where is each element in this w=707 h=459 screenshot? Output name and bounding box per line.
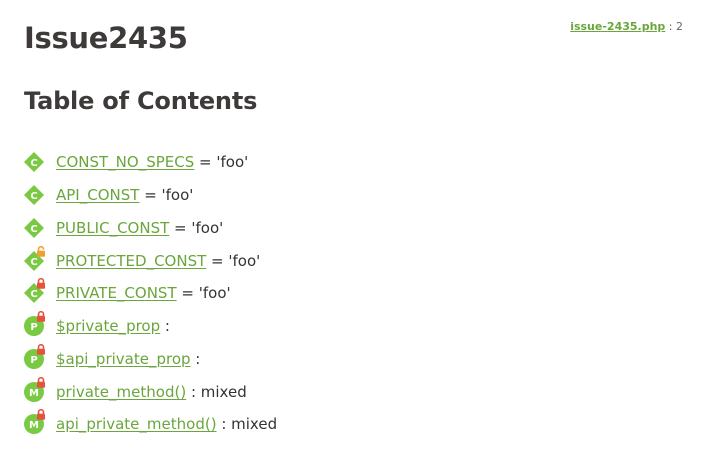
- constant-badge-icon: C: [24, 217, 44, 238]
- toc-link-constant[interactable]: PROTECTED_CONST: [56, 252, 206, 270]
- method-badge-icon: M: [24, 409, 45, 435]
- lock-icon: [36, 376, 46, 388]
- toc-item: Mprivate_method() : mixed: [24, 375, 277, 408]
- toc-separator: =: [206, 251, 229, 270]
- toc-list: C CONST_NO_SPECS = 'foo' C API_CONST = 'foo…: [24, 146, 277, 441]
- badge-letter: P: [30, 322, 37, 333]
- toc-link-property[interactable]: $api_private_prop: [56, 350, 191, 368]
- toc-separator: :: [186, 382, 201, 401]
- toc-separator: =: [139, 186, 162, 205]
- toc-value: 'foo': [228, 251, 261, 270]
- constant-badge-icon: C: [24, 185, 44, 206]
- toc-link-constant[interactable]: API_CONST: [56, 186, 139, 204]
- toc-separator: =: [176, 284, 199, 303]
- toc-type: mixed: [200, 382, 247, 401]
- toc-value: 'foo': [191, 218, 224, 237]
- toc-separator: =: [169, 218, 192, 237]
- toc-separator: :: [160, 317, 175, 336]
- toc-link-constant[interactable]: CONST_NO_SPECS: [56, 153, 194, 171]
- badge-letter: C: [30, 191, 37, 202]
- lock-icon: [36, 343, 46, 355]
- toc-heading: Table of Contents: [24, 87, 258, 115]
- unlock-icon: [36, 245, 46, 257]
- badge-letter: C: [30, 158, 37, 169]
- toc-link-method[interactable]: private_method(): [56, 383, 186, 401]
- lock-icon: [36, 278, 46, 290]
- toc-item: P $api_private_prop :: [24, 343, 277, 376]
- toc-value: 'foo': [198, 284, 231, 303]
- toc-link-constant[interactable]: PUBLIC_CONST: [56, 219, 169, 237]
- badge-letter: M: [29, 388, 39, 399]
- property-badge-icon: P: [24, 311, 45, 337]
- toc-separator: :: [190, 349, 206, 368]
- badge-letter: C: [30, 289, 37, 300]
- badge-letter: C: [30, 224, 37, 235]
- toc-item: C API_CONST = 'foo': [24, 179, 277, 212]
- source-reference: issue-2435.php : 2: [570, 20, 683, 33]
- constant-badge-icon: C: [24, 152, 44, 173]
- toc-item: Mapi_private_method() : mixed: [24, 408, 277, 441]
- toc-item: C PUBLIC_CONST = 'foo': [24, 212, 277, 245]
- toc-link-method[interactable]: api_private_method(): [56, 415, 217, 433]
- toc-item: C CONST_NO_SPECS = 'foo': [24, 146, 277, 179]
- toc-link-constant[interactable]: PRIVATE_CONST: [56, 284, 177, 302]
- lock-icon: [36, 409, 46, 421]
- source-file-link[interactable]: issue-2435.php: [570, 20, 665, 33]
- constant-badge-icon: C: [24, 245, 45, 271]
- constant-badge-icon: C: [24, 278, 45, 304]
- toc-separator: :: [216, 415, 232, 434]
- property-badge-icon: P: [24, 343, 45, 369]
- source-line-number: 2: [676, 20, 683, 33]
- toc-value: 'foo': [216, 153, 249, 172]
- badge-letter: P: [30, 355, 37, 366]
- toc-value: 'foo': [161, 186, 194, 205]
- lock-icon: [36, 311, 46, 322]
- method-badge-icon: M: [24, 376, 45, 402]
- badge-letter: M: [29, 420, 39, 431]
- source-separator: :: [665, 20, 676, 33]
- toc-type: mixed: [231, 415, 278, 434]
- toc-item: C PRIVATE_CONST = 'foo': [24, 277, 277, 310]
- toc-item: P $private_prop :: [24, 310, 277, 343]
- page-title: Issue2435: [24, 21, 188, 55]
- toc-link-property[interactable]: $private_prop: [56, 317, 160, 335]
- toc-separator: =: [194, 153, 217, 172]
- toc-item: C PROTECTED_CONST = 'foo': [24, 244, 277, 277]
- badge-letter: C: [30, 257, 37, 268]
